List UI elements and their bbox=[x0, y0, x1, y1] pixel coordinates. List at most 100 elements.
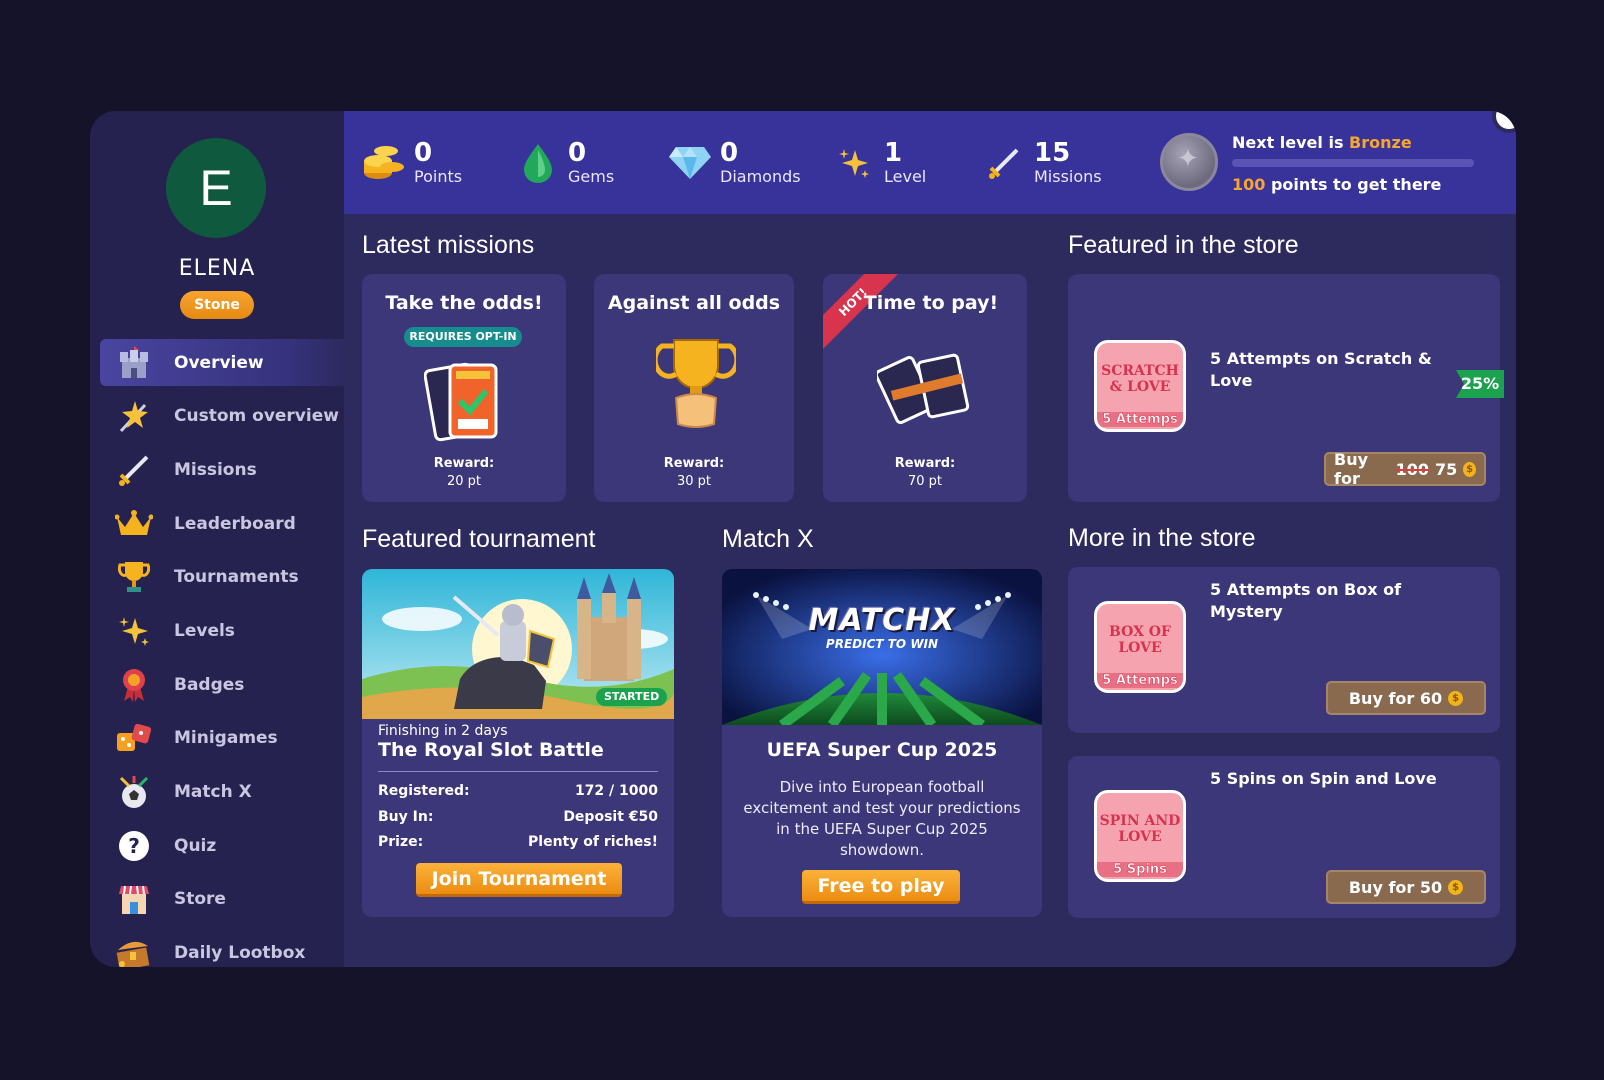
ribbon-badge-icon bbox=[114, 665, 154, 705]
buy-button[interactable]: Buy for 100 75 $ bbox=[1324, 450, 1486, 488]
sidebar-item-label: Missions bbox=[174, 459, 257, 480]
stat-label: Missions bbox=[1034, 167, 1102, 186]
stat-points: 0 Points bbox=[360, 133, 462, 193]
match-x-logo: MATCHX bbox=[808, 603, 956, 638]
sidebar-item-label: Badges bbox=[174, 674, 245, 695]
row-value: Plenty of riches! bbox=[528, 834, 658, 850]
sidebar-item-label: Custom overview bbox=[174, 406, 339, 427]
mission-title: Time to pay! bbox=[863, 292, 999, 314]
row-value: 172 / 1000 bbox=[574, 783, 658, 799]
dice-icon bbox=[114, 718, 154, 758]
stone-medal-icon bbox=[1160, 133, 1218, 191]
store-item-title: 5 Spins on Spin and Love bbox=[1210, 769, 1437, 788]
sidebar-item-label: Match X bbox=[174, 782, 252, 802]
sword-icon bbox=[980, 139, 1028, 187]
tournament-row: Buy In: Deposit €50 bbox=[378, 809, 658, 825]
featured-tournament-title: Featured tournament bbox=[362, 525, 596, 553]
sidebar-item-store[interactable]: Store bbox=[100, 876, 344, 923]
trophy-hand-icon bbox=[644, 334, 748, 430]
stars-icon bbox=[830, 139, 878, 187]
treasure-chest-icon bbox=[114, 933, 154, 967]
reward-value: 30 pt bbox=[676, 474, 712, 489]
svg-text:?: ? bbox=[128, 834, 140, 858]
shop-icon bbox=[114, 879, 154, 919]
sidebar-item-match-x[interactable]: Match X bbox=[100, 769, 344, 816]
stat-diamonds: 0 Diamonds bbox=[666, 133, 801, 193]
stat-level: 1 Level bbox=[830, 133, 926, 193]
box-of-love-thumbnail: BOX OF LOVE 5 Attemps bbox=[1094, 601, 1186, 693]
avatar[interactable]: E bbox=[166, 138, 266, 238]
thumbnail-title: BOX OF LOVE bbox=[1109, 624, 1171, 656]
coin-icon: $ bbox=[1463, 461, 1476, 477]
reward-value: 70 pt bbox=[907, 474, 943, 489]
opt-in-badge: REQUIRES OPT-IN bbox=[404, 327, 522, 347]
mission-card[interactable]: Against all odds Reward: 30 pt bbox=[594, 274, 794, 502]
sidebar-item-label: Quiz bbox=[174, 835, 217, 856]
match-x-event-title: UEFA Super Cup 2025 bbox=[766, 739, 998, 761]
next-level-name: Bronze bbox=[1349, 133, 1412, 152]
sparkle-wand-icon bbox=[114, 396, 154, 436]
sidebar-item-tournaments[interactable]: Tournaments bbox=[100, 554, 344, 601]
featured-store-card[interactable]: SCRATCH & LOVE 5 Attemps 5 Attempts on S… bbox=[1068, 274, 1500, 502]
match-x-tagline: PREDICT TO WIN bbox=[825, 637, 939, 651]
stat-value: 15 bbox=[1034, 138, 1071, 168]
featured-store-title: Featured in the store bbox=[1068, 231, 1299, 259]
row-label: Prize: bbox=[378, 834, 424, 850]
stat-label: Level bbox=[884, 167, 927, 186]
reward-label: Reward: bbox=[663, 456, 725, 471]
divider bbox=[378, 771, 658, 772]
points-needed-label: 100 points to get there bbox=[1232, 175, 1441, 194]
diamond-icon bbox=[666, 139, 714, 187]
tournament-row: Prize: Plenty of riches! bbox=[378, 834, 658, 850]
store-item-card[interactable]: BOX OF LOVE 5 Attemps 5 Attempts on Box … bbox=[1068, 567, 1500, 733]
join-tournament-button[interactable]: Join Tournament bbox=[416, 863, 622, 897]
finishing-label: Finishing in 2 days bbox=[378, 723, 508, 739]
next-level-prefix: Next level is bbox=[1232, 133, 1350, 152]
tier-badge: Stone bbox=[180, 291, 254, 319]
stat-value: 0 bbox=[414, 138, 433, 168]
reward-label: Reward: bbox=[894, 456, 956, 471]
user-name: ELENA bbox=[178, 256, 256, 281]
buy-button[interactable]: Buy for 50 $ bbox=[1326, 870, 1486, 904]
points-needed-suffix: points to get there bbox=[1265, 175, 1442, 194]
mission-card[interactable]: HOT! Time to pay! Reward: 70 pt bbox=[823, 274, 1027, 502]
stat-value: 1 bbox=[884, 138, 903, 168]
sports-ticket-icon bbox=[412, 354, 516, 450]
spin-and-love-thumbnail: SPIN AND LOVE 5 Spins bbox=[1094, 790, 1186, 882]
trophy-icon bbox=[114, 557, 154, 597]
sidebar-item-custom-overview[interactable]: Custom overview bbox=[100, 393, 344, 440]
stats-bar: 0 Points 0 Gems 0 Diamonds 1 Level 15 Mi… bbox=[344, 111, 1516, 214]
tournament-name: The Royal Slot Battle bbox=[378, 739, 604, 761]
mission-title: Take the odds! bbox=[385, 292, 543, 314]
sidebar-item-overview[interactable]: Overview bbox=[100, 339, 344, 386]
sidebar-item-leaderboard[interactable]: Leaderboard bbox=[100, 500, 344, 547]
stars-icon bbox=[114, 611, 154, 651]
stat-value: 0 bbox=[568, 138, 587, 168]
level-progress[interactable]: Next level is Bronze 100 points to get t… bbox=[1160, 131, 1490, 195]
sidebar-item-missions[interactable]: Missions bbox=[100, 446, 344, 493]
store-item-title: 5 Attempts on Scratch & Love bbox=[1210, 349, 1432, 390]
match-x-card[interactable]: MATCHX PREDICT TO WIN UEFA Super Cup 202… bbox=[722, 569, 1042, 917]
sidebar-item-badges[interactable]: Badges bbox=[100, 661, 344, 708]
scratch-love-thumbnail: SCRATCH & LOVE 5 Attemps bbox=[1094, 340, 1186, 432]
price: 75 bbox=[1435, 459, 1458, 479]
sidebar-item-levels[interactable]: Levels bbox=[100, 607, 344, 654]
row-value: Deposit €50 bbox=[563, 809, 658, 825]
store-item-card[interactable]: SPIN AND LOVE 5 Spins 5 Spins on Spin an… bbox=[1068, 756, 1500, 918]
match-x-title: Match X bbox=[722, 525, 814, 553]
status-badge: STARTED bbox=[596, 688, 668, 706]
stat-missions: 15 Missions bbox=[980, 133, 1102, 193]
coins-icon bbox=[360, 139, 408, 187]
app-window: E ELENA Stone Overview Custom overview M bbox=[90, 111, 1516, 967]
mission-card[interactable]: Take the odds! REQUIRES OPT-IN Reward: 2… bbox=[362, 274, 566, 502]
sidebar-item-label: Daily Lootbox bbox=[174, 943, 306, 964]
sidebar: E ELENA Stone Overview Custom overview M bbox=[90, 111, 344, 967]
stat-gems: 0 Gems bbox=[514, 133, 614, 193]
buy-button[interactable]: Buy for 60 $ bbox=[1326, 681, 1486, 715]
sidebar-item-daily-lootbox[interactable]: Daily Lootbox bbox=[100, 930, 344, 967]
tournament-card[interactable]: STARTED Finishing in 2 days The Royal Sl… bbox=[362, 569, 674, 917]
free-to-play-button[interactable]: Free to play bbox=[802, 870, 960, 904]
coin-icon: $ bbox=[1448, 879, 1464, 895]
sidebar-item-quiz[interactable]: ? Quiz bbox=[100, 822, 344, 869]
sidebar-item-minigames[interactable]: Minigames bbox=[100, 715, 344, 762]
